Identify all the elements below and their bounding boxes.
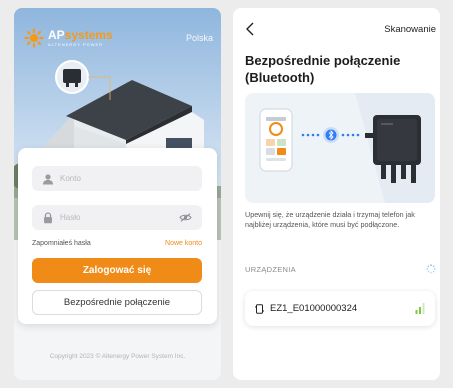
logo-wordmark: APsystems	[48, 28, 113, 42]
signal-icon	[415, 303, 425, 314]
device-list-item[interactable]: EZ1_E01000000324	[245, 291, 435, 326]
password-placeholder: Hasło	[60, 213, 81, 222]
login-screen: APsystems ALTENERGY POWER Polska Konto H…	[14, 8, 221, 380]
forgot-password-link[interactable]: Zapomniałeś hasła	[32, 240, 91, 247]
login-links-row: Zapomniałeś hasła Nowe konto	[32, 240, 202, 247]
scan-button[interactable]: Skanowanie	[384, 24, 436, 35]
logo-sun-icon	[24, 28, 44, 48]
copyright-text: Copyright 2023 © Altenergy Power System …	[49, 353, 186, 360]
bluetooth-icon	[323, 127, 339, 143]
logo-tagline: ALTENERGY POWER	[48, 42, 104, 47]
new-account-link[interactable]: Nowe konto	[165, 240, 202, 247]
language-selector[interactable]: Polska	[186, 33, 213, 43]
username-placeholder: Konto	[60, 174, 81, 183]
logo-wordmark-suffix: systems	[64, 28, 113, 42]
login-button[interactable]: Zalogować się	[32, 258, 202, 283]
device-name: EZ1_E01000000324	[270, 303, 358, 314]
password-field[interactable]: Hasło	[32, 205, 202, 230]
direct-connect-button[interactable]: Bezpośrednie połączenie	[32, 290, 202, 315]
instruction-text: Upewnij się, że urządzenie działa i trzy…	[245, 210, 415, 229]
devices-section-label: URZĄDZENIA	[245, 265, 296, 274]
login-card: Konto Hasło Zapomniałeś hasła Nowe konto…	[18, 148, 217, 324]
user-icon	[43, 173, 53, 184]
loading-spinner-icon	[426, 264, 436, 274]
page-title: Bezpośrednie połączenie (Bluetooth)	[245, 53, 401, 85]
lock-icon	[44, 211, 52, 223]
device-icon	[255, 303, 264, 314]
username-field[interactable]: Konto	[32, 166, 202, 191]
bluetooth-illustration	[245, 93, 435, 203]
eye-off-icon[interactable]	[179, 213, 192, 222]
bluetooth-connect-screen: Skanowanie Bezpośrednie połączenie (Blue…	[233, 8, 440, 380]
apsystems-logo: APsystems ALTENERGY POWER	[24, 28, 113, 48]
back-arrow-icon[interactable]	[245, 22, 255, 36]
